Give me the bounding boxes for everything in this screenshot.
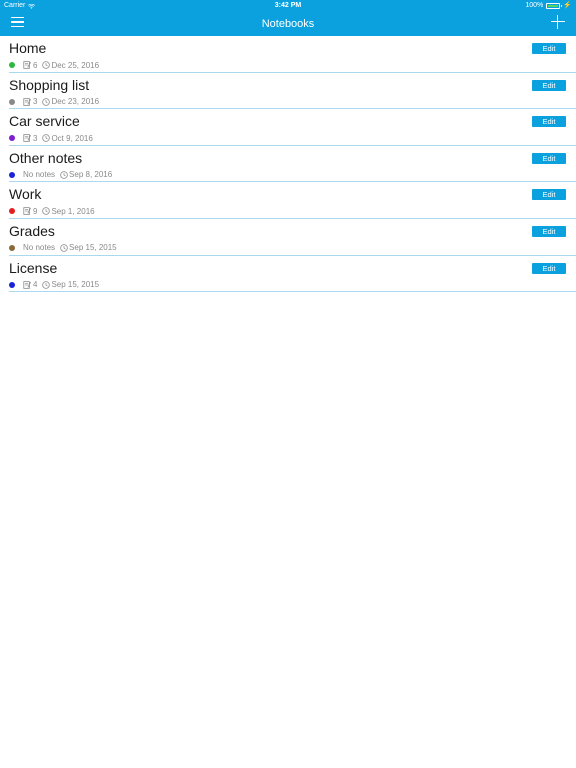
notebook-date: Oct 9, 2016 xyxy=(51,133,93,143)
notebook-date: Sep 8, 2016 xyxy=(69,170,113,180)
add-notebook-icon[interactable] xyxy=(551,15,565,29)
notebook-date: Sep 15, 2015 xyxy=(51,280,100,290)
notebook-row[interactable]: License Edit 4 Sep 15, 2015 xyxy=(9,256,576,293)
color-dot xyxy=(9,208,15,215)
notebook-row[interactable]: Work Edit 9 Sep 1, 2016 xyxy=(9,182,576,219)
note-icon xyxy=(23,207,31,216)
charging-icon: ⚡ xyxy=(563,2,572,9)
notebook-meta: 3 Oct 9, 2016 xyxy=(9,133,93,143)
navbar: Notebooks xyxy=(0,12,576,36)
notebook-title: Grades xyxy=(9,222,55,239)
clock-icon xyxy=(42,134,51,142)
page-title: Notebooks xyxy=(261,18,315,30)
notebook-meta: 3 Dec 23, 2016 xyxy=(9,97,99,107)
status-bar: Carrier 3:42 PM 100% ⚡ xyxy=(0,0,576,12)
notebook-title: Shopping list xyxy=(9,76,90,93)
note-icon xyxy=(23,61,31,69)
notebook-title: Car service xyxy=(9,113,80,130)
notebook-meta: 6 Dec 25, 2016 xyxy=(9,60,99,70)
notebook-list: Home Edit 6 Dec 25, 2016 Shopping list E… xyxy=(9,36,576,293)
clock-icon xyxy=(60,171,68,179)
notebook-title: Home xyxy=(9,40,47,56)
notebook-row[interactable]: Car service Edit 3 Oct 9, 2016 xyxy=(9,109,576,146)
notebook-date: Dec 23, 2016 xyxy=(51,97,100,107)
edit-button[interactable]: Edit xyxy=(532,225,566,237)
notebook-meta: No notes Sep 8, 2016 xyxy=(9,170,112,180)
note-count: No notes xyxy=(23,243,56,253)
clock-icon xyxy=(42,97,51,106)
note-count: 3 xyxy=(33,133,38,143)
color-dot xyxy=(9,171,15,178)
edit-button[interactable]: Edit xyxy=(532,262,566,274)
note-count: 9 xyxy=(33,206,38,216)
edit-button[interactable]: Edit xyxy=(532,152,566,164)
notebook-date: Dec 25, 2016 xyxy=(51,60,100,70)
status-right: 100% ⚡ xyxy=(525,0,572,12)
battery-icon xyxy=(546,3,563,9)
status-time: 3:42 PM xyxy=(274,2,302,9)
note-icon xyxy=(23,134,31,142)
notebook-meta: 9 Sep 1, 2016 xyxy=(9,206,95,216)
edit-button[interactable]: Edit xyxy=(532,116,566,128)
notebook-date: Sep 15, 2015 xyxy=(69,243,117,253)
notebook-meta: No notes Sep 15, 2015 xyxy=(9,243,117,253)
notebook-title: License xyxy=(9,259,58,276)
color-dot xyxy=(9,62,15,68)
edit-button[interactable]: Edit xyxy=(532,189,566,201)
color-dot xyxy=(9,98,15,105)
notebook-date: Sep 1, 2016 xyxy=(51,206,95,216)
color-dot xyxy=(9,281,15,288)
note-count: 6 xyxy=(33,60,38,70)
notebook-title: Other notes xyxy=(9,149,83,166)
clock-icon xyxy=(42,61,51,69)
notebook-row[interactable]: Other notes Edit No notes Sep 8, 2016 xyxy=(9,146,576,183)
color-dot xyxy=(9,244,15,251)
note-icon xyxy=(23,280,31,289)
notebook-meta: 4 Sep 15, 2015 xyxy=(9,280,99,290)
note-count: 3 xyxy=(33,97,38,107)
edit-button[interactable]: Edit xyxy=(532,79,566,91)
note-icon xyxy=(23,97,31,106)
battery-percent: 100% xyxy=(525,2,544,9)
edit-button[interactable]: Edit xyxy=(532,43,566,54)
color-dot xyxy=(9,135,15,142)
clock-icon xyxy=(60,244,68,252)
note-count: 4 xyxy=(33,280,38,290)
clock-icon xyxy=(42,280,51,289)
notebook-row[interactable]: Shopping list Edit 3 Dec 23, 2016 xyxy=(9,73,576,110)
header: Carrier 3:42 PM 100% ⚡ Notebooks xyxy=(0,0,576,36)
notebook-row[interactable]: Grades Edit No notes Sep 15, 2015 xyxy=(9,219,576,256)
notebook-row[interactable]: Home Edit 6 Dec 25, 2016 xyxy=(9,36,576,73)
clock-icon xyxy=(42,207,51,216)
notebook-title: Work xyxy=(9,186,42,203)
note-count: No notes xyxy=(23,170,56,180)
